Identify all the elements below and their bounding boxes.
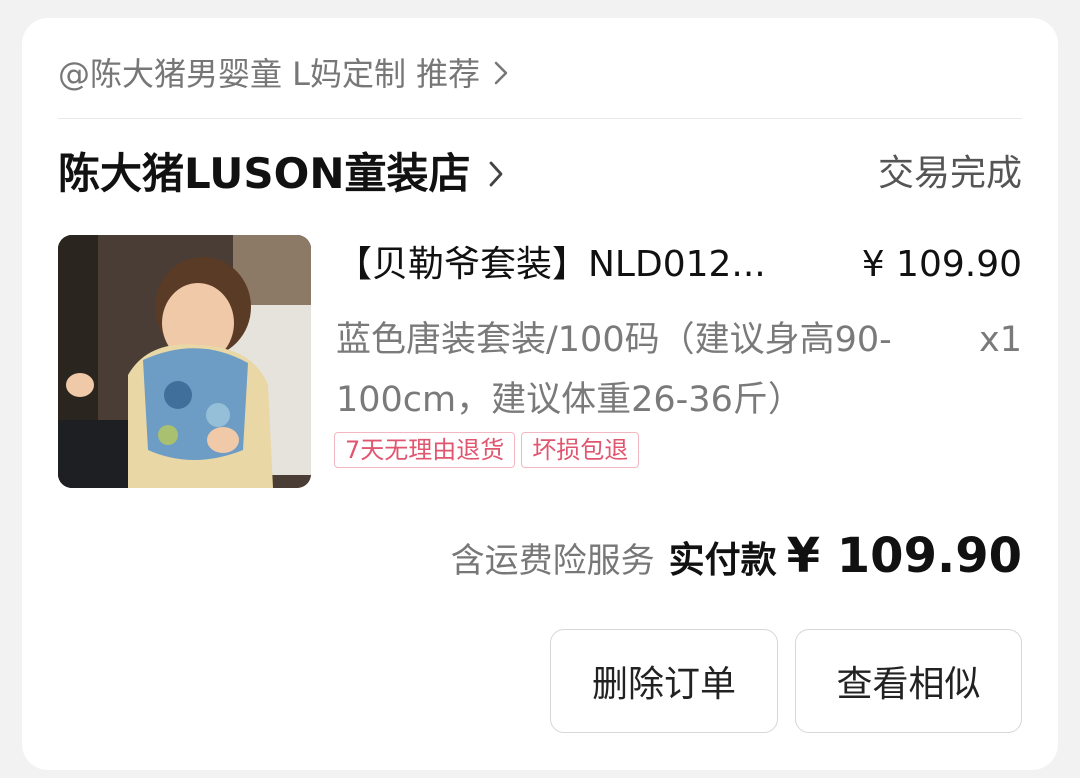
order-status: 交易完成 bbox=[877, 153, 1022, 194]
shop-link[interactable]: 陈大猪LUSON童装店 bbox=[58, 146, 504, 202]
product-quantity: x1 bbox=[979, 320, 1022, 360]
view-similar-button[interactable]: 查看相似 bbox=[795, 629, 1022, 733]
product-image[interactable] bbox=[58, 235, 311, 488]
product-price: ¥ 109.90 bbox=[861, 244, 1022, 285]
order-card: @陈大猪男婴童 L妈定制 推荐 陈大猪LUSON童装店 交易完成 【贝勒爷套装】… bbox=[22, 18, 1058, 770]
total-row: 含运费险服务 实付款 ¥ 109.90 bbox=[451, 528, 1022, 584]
paid-label: 实付款 bbox=[668, 540, 777, 581]
chevron-right-icon bbox=[488, 160, 504, 188]
chevron-right-icon bbox=[494, 52, 508, 96]
tag-return-7days: 7天无理由退货 bbox=[334, 432, 516, 468]
tag-damage-return: 坏损包退 bbox=[521, 432, 640, 468]
service-tags: 7天无理由退货 坏损包退 bbox=[334, 432, 640, 468]
product-title[interactable]: 【贝勒爷套装】NLD012... bbox=[336, 240, 816, 290]
product-spec: 蓝色唐装套装/100码（建议身高90-100cm，建议体重26-36斤） bbox=[336, 320, 892, 420]
delete-order-button[interactable]: 删除订单 bbox=[550, 629, 778, 733]
paid-amount: ¥ 109.90 bbox=[786, 528, 1022, 584]
divider bbox=[58, 118, 1022, 119]
recommend-link[interactable]: @陈大猪男婴童 L妈定制 推荐 bbox=[58, 52, 508, 96]
recommend-text: @陈大猪男婴童 L妈定制 推荐 bbox=[58, 55, 481, 93]
shipping-insurance-note: 含运费险服务 bbox=[450, 541, 655, 581]
shop-name: 陈大猪LUSON童装店 bbox=[58, 149, 471, 198]
